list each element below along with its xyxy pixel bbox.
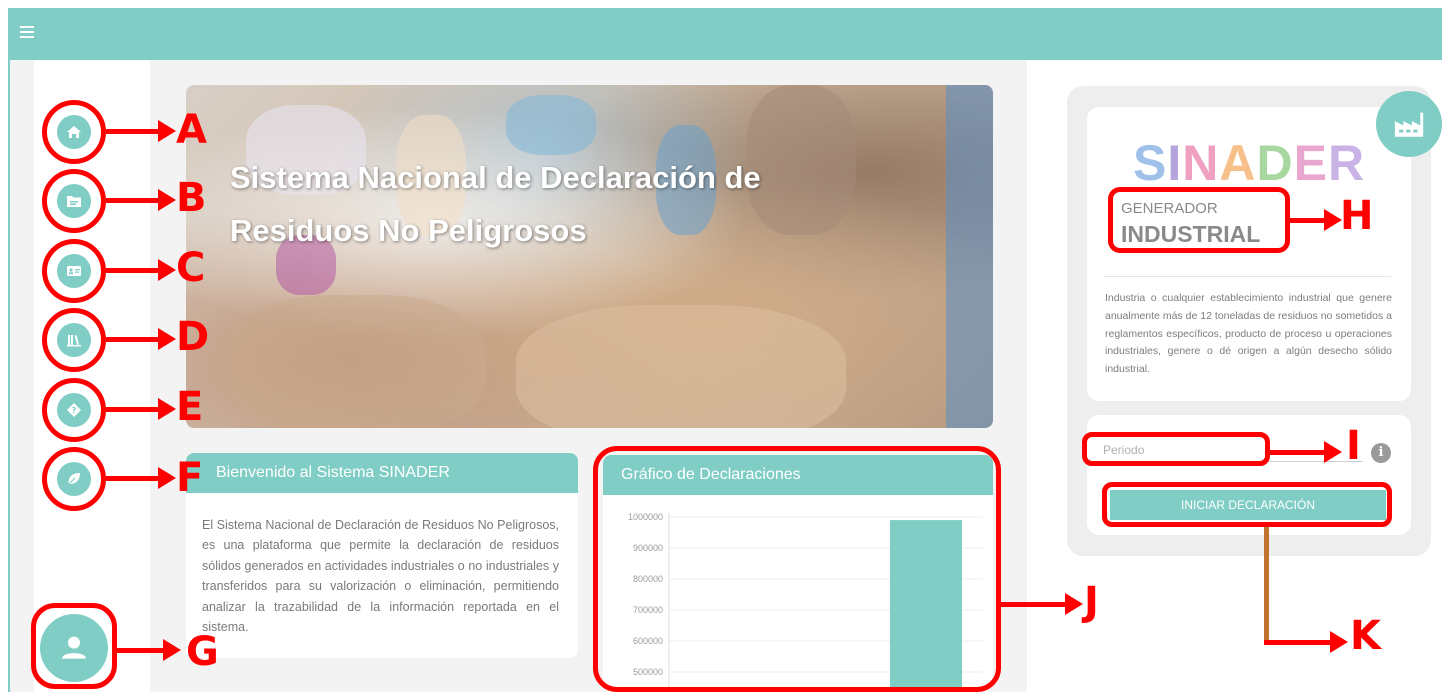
brand-letter: D — [1256, 135, 1294, 191]
sidebar-background — [10, 60, 34, 692]
callout-g: G — [186, 629, 219, 675]
annotation-arrow-e — [106, 398, 176, 420]
callout-c: C — [176, 245, 206, 291]
callout-d: D — [176, 314, 210, 360]
annotation-circle-f — [42, 447, 106, 511]
top-bar — [8, 8, 1442, 60]
callout-i: I — [1346, 423, 1361, 469]
brand-letter: E — [1293, 135, 1328, 191]
welcome-description: El Sistema Nacional de Declaración de Re… — [202, 518, 559, 635]
brand-letter: A — [1219, 135, 1257, 191]
annotation-box-g — [31, 603, 117, 689]
generator-description: Industria o cualquier establecimiento in… — [1105, 292, 1392, 376]
annotation-arrow-k — [1264, 631, 1348, 653]
hero-decoration — [946, 85, 993, 428]
sinader-logo: SINADER — [1133, 134, 1365, 192]
hero-title: Sistema Nacional de Declaración de Resid… — [230, 160, 761, 248]
annotation-arrow-g — [117, 639, 181, 661]
welcome-title: Bienvenido al Sistema SINADER — [186, 453, 578, 493]
annotation-arrow-d — [106, 328, 176, 350]
factory-icon — [1376, 91, 1442, 157]
annotation-box-h — [1108, 187, 1290, 253]
callout-e: E — [176, 384, 204, 430]
annotation-circle-e — [42, 378, 106, 442]
annotation-circle-a — [42, 100, 106, 164]
annotation-box-j — [593, 446, 1001, 692]
callout-a: A — [176, 107, 207, 153]
annotation-circle-c — [42, 239, 106, 303]
hero-decoration — [516, 305, 846, 428]
app-root: ? Sistema Nacional de Declaración de Res… — [0, 0, 1442, 692]
callout-j: J — [1084, 579, 1099, 625]
brand-letter: I — [1167, 135, 1183, 191]
divider — [1103, 276, 1391, 277]
annotation-circle-d — [42, 308, 106, 372]
welcome-card: Bienvenido al Sistema SINADER El Sistema… — [186, 453, 578, 658]
info-icon[interactable]: i — [1371, 443, 1391, 463]
annotation-arrow-b — [106, 189, 176, 211]
annotation-arrow-j — [1001, 593, 1083, 615]
annotation-circle-b — [42, 169, 106, 233]
annotation-box-i — [1082, 432, 1270, 466]
annotation-arrow-a — [106, 120, 176, 142]
hero-decoration — [226, 295, 486, 428]
brand-letter: S — [1133, 135, 1168, 191]
callout-h: H — [1340, 193, 1374, 239]
callout-b: B — [176, 175, 207, 221]
brand-letter: N — [1182, 135, 1220, 191]
annotation-connector-k — [1264, 527, 1269, 645]
annotation-arrow-h — [1290, 209, 1342, 231]
annotation-arrow-f — [106, 467, 176, 489]
annotation-arrow-i — [1270, 441, 1342, 463]
hero-banner: Sistema Nacional de Declaración de Resid… — [186, 85, 993, 428]
annotation-arrow-c — [106, 259, 176, 281]
annotation-box-k — [1102, 482, 1392, 527]
hamburger-icon[interactable] — [20, 26, 34, 40]
brand-letter: R — [1327, 135, 1366, 191]
callout-f: F — [176, 455, 204, 501]
callout-k: K — [1350, 613, 1381, 659]
hero-decoration — [506, 95, 596, 155]
